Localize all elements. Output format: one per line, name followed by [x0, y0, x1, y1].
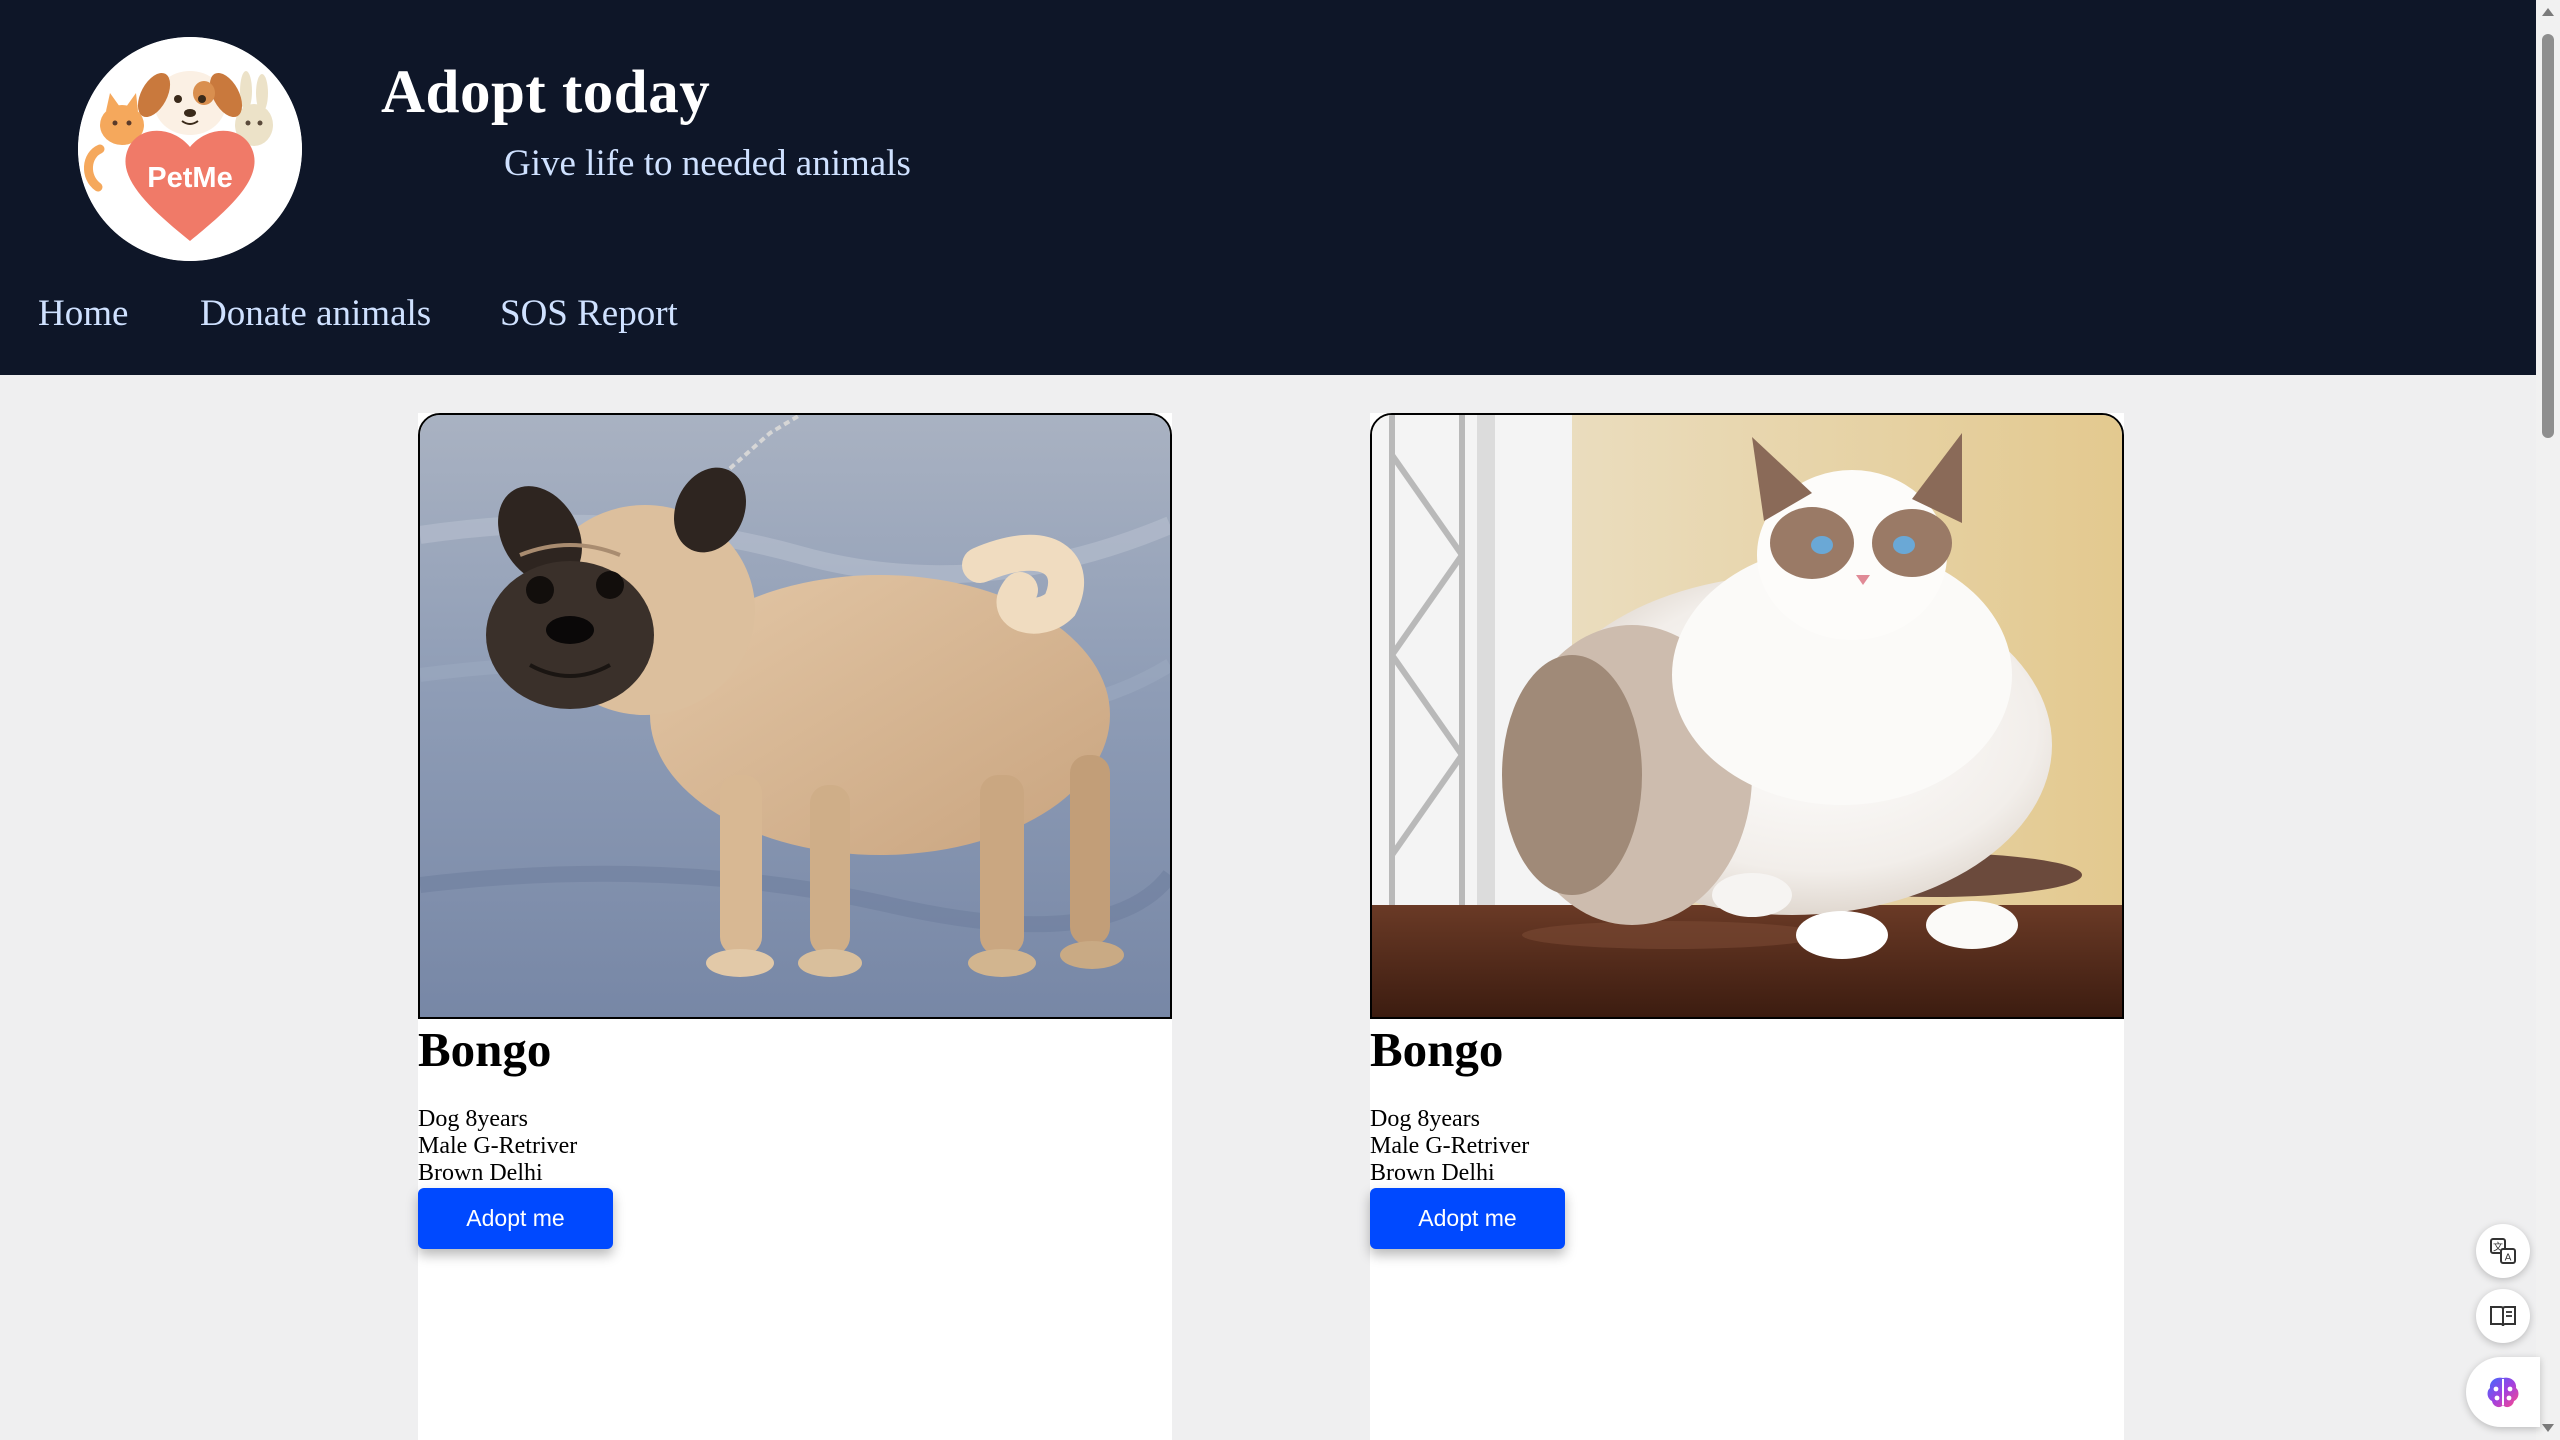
pet-detail-line: Dog 8years: [1370, 1106, 1480, 1132]
pet-card: Bongo Dog 8years Male G-Retriver Brown D…: [418, 413, 1172, 1440]
ragdoll-cat-photo: [1372, 415, 2122, 1017]
page-subtitle: Give life to needed animals: [504, 143, 911, 184]
pet-detail-line: Male G-Retriver: [418, 1133, 578, 1159]
petme-logo-image: PetMe: [78, 37, 302, 261]
pet-card: Bongo Dog 8years Male G-Retriver Brown D…: [1370, 413, 2124, 1440]
scroll-up-arrow-icon[interactable]: [2542, 8, 2554, 16]
nav-sos-report-link[interactable]: SOS Report: [500, 292, 678, 335]
adopt-me-button[interactable]: Adopt me: [418, 1188, 613, 1249]
pet-detail-line: Dog 8years: [418, 1106, 528, 1132]
pet-photo[interactable]: [418, 413, 1172, 1019]
reader-mode-button[interactable]: [2476, 1289, 2530, 1343]
adopt-me-button[interactable]: Adopt me: [1370, 1188, 1565, 1249]
pet-details: Dog 8years Male G-Retriver Brown Delhi: [418, 1106, 577, 1187]
pet-detail-line: Brown Delhi: [418, 1160, 543, 1186]
translate-icon: 文 A: [2490, 1238, 2516, 1264]
logo-text: PetMe: [147, 162, 232, 194]
nav-home-link[interactable]: Home: [38, 292, 128, 335]
pet-photo[interactable]: [1370, 413, 2124, 1019]
translate-button[interactable]: 文 A: [2476, 1224, 2530, 1278]
pet-detail-line: Male G-Retriver: [1370, 1133, 1530, 1159]
page-scrollbar[interactable]: [2536, 0, 2560, 1440]
svg-text:A: A: [2505, 1253, 2512, 1264]
ai-assistant-icon: [2487, 1377, 2519, 1408]
pet-name: Bongo: [1370, 1022, 1504, 1077]
pet-detail-line: Brown Delhi: [1370, 1160, 1495, 1186]
site-header: PetMe Adopt today Give life to needed an…: [0, 0, 2536, 375]
ai-assistant-button[interactable]: [2466, 1357, 2540, 1427]
pet-details: Dog 8years Male G-Retriver Brown Delhi: [1370, 1106, 1529, 1187]
scroll-down-arrow-icon[interactable]: [2542, 1424, 2554, 1432]
pet-name: Bongo: [418, 1022, 552, 1077]
nav-donate-animals-link[interactable]: Donate animals: [200, 292, 431, 335]
petme-logo[interactable]: PetMe: [78, 37, 302, 261]
page-title: Adopt today: [381, 59, 711, 126]
scrollbar-thumb[interactable]: [2542, 34, 2554, 438]
reader-mode-icon: [2490, 1306, 2516, 1327]
pug-dog-photo: [420, 415, 1170, 1017]
